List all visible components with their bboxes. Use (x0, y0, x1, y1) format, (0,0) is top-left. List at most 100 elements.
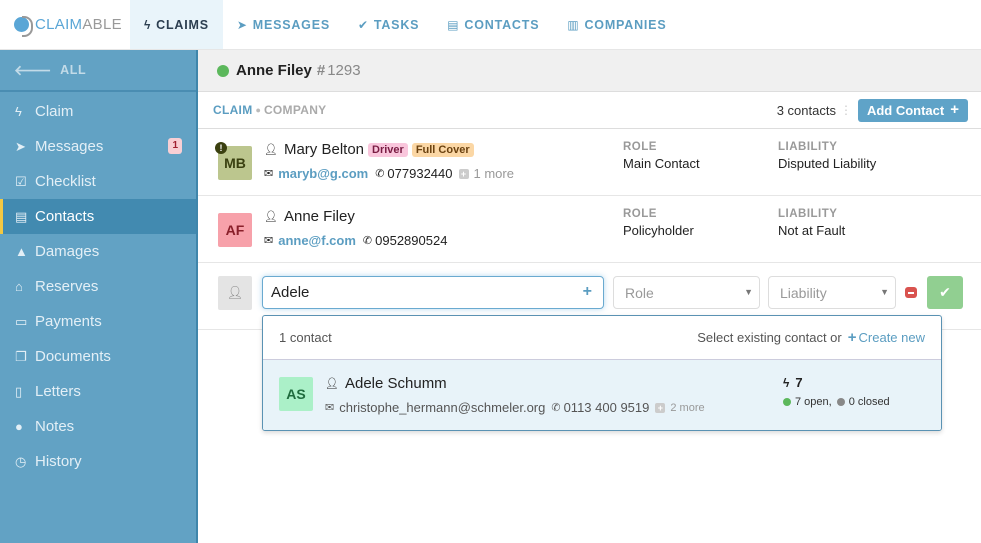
claimable-logo[interactable]: CLAIM ABLE (0, 0, 130, 49)
phone-icon: ✆ (362, 235, 373, 247)
file-text-icon: ▯ (15, 383, 23, 399)
hash-icon: # (316, 62, 326, 79)
avatar: MB ! (215, 142, 252, 180)
sidebar-item-label: Notes (35, 418, 75, 435)
contact-search-field[interactable]: + (262, 276, 604, 309)
contact-search-input[interactable] (271, 284, 561, 301)
avatar-initials: AF (225, 222, 245, 238)
add-contact-label: Add Contact (866, 102, 945, 118)
vertical-dots-icon: ⋮ (839, 103, 852, 117)
bolt-icon: ϟ (144, 17, 152, 32)
avatar-initials: MB (224, 155, 246, 171)
sidebar-item-payments[interactable]: ▭ Payments (0, 304, 196, 339)
sidebar-item-label: History (35, 453, 82, 470)
claim-header: Anne Filey # 1293 (198, 50, 981, 92)
filter-company[interactable]: COMPANY (264, 103, 327, 117)
create-new-link[interactable]: + Create new (848, 329, 925, 346)
confirm-contact-button[interactable]: ✔ (927, 276, 963, 309)
user-icon: 👤︎ (264, 211, 278, 223)
sidebar-item-label: Damages (35, 243, 100, 260)
sidebar-item-notes[interactable]: ● Notes (0, 409, 196, 444)
claim-number: 1293 (327, 62, 361, 79)
liability-select[interactable]: Liability ▼ (768, 276, 896, 309)
checkbox-icon: ☑ (15, 173, 27, 189)
more-details-link[interactable]: 1 more (474, 166, 514, 181)
nav-tab-messages[interactable]: ➤ MESSAGES (223, 0, 344, 49)
caret-down-icon: ▼ (744, 287, 753, 297)
caret-down-icon: ▼ (880, 287, 889, 297)
nav-tab-tasks[interactable]: ✔ TASKS (344, 0, 433, 49)
back-label: ALL (60, 63, 87, 77)
open-claims: 7 open, (795, 396, 832, 408)
files-icon: ❐ (15, 348, 27, 364)
bolt-icon: ϟ (15, 104, 22, 119)
contact-name: Mary Belton (283, 141, 365, 158)
envelope-icon: ✉ (264, 235, 274, 247)
nav-tab-claims[interactable]: ϟ CLAIMS (130, 0, 223, 49)
avatar-initials: AS (286, 386, 306, 402)
open-status-dot (783, 398, 791, 406)
result-count: 1 contact (279, 330, 332, 345)
sidebar-item-label: Claim (35, 103, 74, 120)
result-phone: 0113 400 9519 (563, 400, 650, 415)
sidebar-item-label: Checklist (35, 173, 96, 190)
avatar: AF (218, 213, 252, 247)
filter-claim[interactable]: CLAIM (213, 103, 253, 117)
remove-row-button[interactable] (905, 287, 917, 298)
liability-label: LIABILITY (778, 141, 838, 153)
sidebar-item-label: Payments (35, 313, 102, 330)
building-icon: ▥ (567, 17, 580, 32)
contact-phone: 077932440 (387, 166, 453, 181)
closed-status-dot (836, 398, 845, 406)
nav-tab-label: CONTACTS (464, 17, 540, 32)
contact-row[interactable]: AF 👤︎ Anne Filey ✉ anne@f.com ✆ 09528905… (198, 196, 981, 263)
sidebar-item-checklist[interactable]: ☑ Checklist (0, 164, 196, 199)
id-card-icon: ▤ (447, 17, 460, 32)
plus-icon: + (950, 101, 959, 118)
sidebar-item-letters[interactable]: ▯ Letters (0, 374, 196, 409)
main-content: Anne Filey # 1293 CLAIM ● COMPANY 3 cont… (198, 50, 981, 543)
sidebar-item-history[interactable]: ◷ History (0, 444, 196, 479)
sidebar-item-label: Letters (35, 383, 81, 400)
back-to-all-link[interactable]: 🡐 ALL (0, 50, 196, 92)
create-new-label: Create new (858, 330, 925, 345)
sidebar-item-claim[interactable]: ϟ Claim (0, 94, 196, 129)
logo-text-able: ABLE (82, 16, 122, 33)
sidebar-item-label: Contacts (35, 208, 95, 225)
nav-tab-contacts[interactable]: ▤ CONTACTS (433, 0, 553, 49)
result-claim-count: 7 (795, 375, 803, 390)
sidebar-item-messages[interactable]: ➤ Messages 1 (0, 129, 196, 164)
avatar: AS (279, 377, 313, 411)
nav-tab-companies[interactable]: ▥ COMPANIES (553, 0, 680, 49)
plus-icon[interactable]: + (583, 283, 592, 301)
role-value: Policyholder (623, 223, 694, 238)
result-more: 2 more (670, 401, 705, 414)
sidebar-item-contacts[interactable]: ▤ Contacts (0, 199, 196, 234)
contact-search-dropdown: 1 contact Select existing contact or + C… (262, 315, 942, 431)
liability-value: Not at Fault (778, 223, 846, 238)
nav-tab-label: MESSAGES (252, 17, 330, 32)
add-contact-button[interactable]: Add Contact + (857, 98, 968, 122)
contact-email-link[interactable]: anne@f.com (278, 233, 356, 248)
envelope-icon: ✉ (264, 168, 274, 180)
contact-row[interactable]: MB ! 👤︎ Mary Belton Driver Full Cover ✉ … (198, 129, 981, 196)
role-select[interactable]: Role ▼ (613, 276, 760, 309)
clock-icon: ◷ (15, 453, 27, 469)
nav-tab-label: COMPANIES (584, 17, 667, 32)
sidebar-item-label: Messages (35, 138, 104, 155)
claim-name: Anne Filey (236, 62, 312, 79)
sidebar-item-reserves[interactable]: ⌂ Reserves (0, 269, 196, 304)
tag-full-cover: Full Cover (411, 142, 474, 157)
role-value: Main Contact (623, 156, 700, 171)
search-result-item[interactable]: AS 👤︎ Adele Schumm ✉ christophe_hermann@… (263, 360, 941, 430)
select-hint: Select existing contact or (697, 330, 842, 345)
user-icon: 👤︎ (264, 144, 278, 156)
check-icon: ✔ (357, 17, 369, 32)
liability-placeholder: Liability (780, 284, 827, 301)
sidebar-item-documents[interactable]: ❐ Documents (0, 339, 196, 374)
paper-plane-icon: ➤ (236, 17, 248, 32)
contact-email-link[interactable]: maryb@g.com (278, 166, 368, 181)
sidebar-item-damages[interactable]: ▲ Damages (0, 234, 196, 269)
closed-claims: 0 closed (848, 396, 890, 408)
check-icon: ✔ (939, 284, 951, 300)
